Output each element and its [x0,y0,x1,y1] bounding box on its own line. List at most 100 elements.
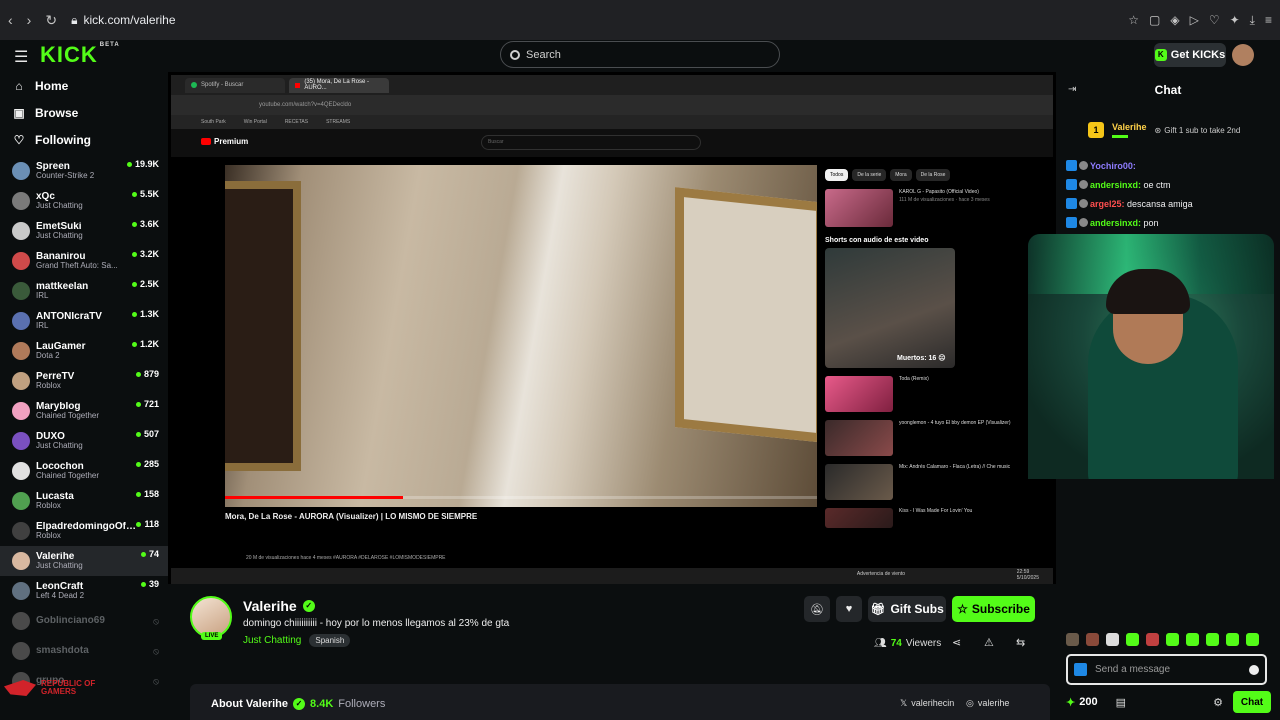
share-icon[interactable]: ⋖ [952,636,961,649]
rec-item: KAROL G - Papasito (Official Video) 111 M… [825,189,1025,227]
sidebar-channel[interactable]: Maryblog Chained Together 721 [0,396,168,426]
language-tag[interactable]: Spanish [309,634,351,647]
badge-icon [1066,198,1077,210]
emote-icon[interactable] [1206,633,1219,646]
channel-name: LeonCraft [36,581,84,592]
sidebar-channel[interactable]: Valerihe Just Chatting 74 [0,546,168,576]
emoji-icon[interactable] [1249,664,1259,675]
chat-text: oe ctm [1143,180,1171,191]
download-icon[interactable]: ⤓ [1250,13,1255,28]
sidebar-channel[interactable]: EmetSuki Just Chatting 3.6K [0,216,168,246]
streamer-name[interactable]: Valerihe ✓ [243,598,315,614]
badge-icon [1079,180,1088,190]
address-bar[interactable]: 🔒︎ kick.com/valerihe [71,13,175,28]
social-instagram-link[interactable]: ◎ valerihe [966,698,1009,709]
emote-icon[interactable] [1226,633,1239,646]
channel-name: smashdota [36,645,89,656]
gift-sub-cta[interactable]: ⊛ Gift 1 sub to take 2nd [1155,126,1241,135]
bookmark-icon[interactable]: ☆ [1128,13,1139,28]
stream-category[interactable]: Just Chatting [243,635,301,646]
report-icon[interactable]: ⚠ [984,636,994,649]
heart-icon[interactable]: ♡ [1209,13,1220,28]
chat-username[interactable]: andersinxd: [1090,218,1141,228]
play-icon[interactable]: ▷ [1190,13,1199,28]
subscribe-button[interactable]: ☆ Subscribe [952,596,1035,622]
avatar [12,342,30,360]
sidebar-channel[interactable]: Spreen Counter-Strike 2 19.9K [0,156,168,186]
rog-logo: Republic of Gamers [4,674,134,702]
send-chat-button[interactable]: Chat [1233,691,1271,713]
shield-icon[interactable]: ◈ [1170,13,1179,28]
gear-icon[interactable]: ⚙ [1213,696,1223,709]
sidebar-channel[interactable]: Lucasta Roblox 158 [0,486,168,516]
sidebar-channel[interactable]: Bananirou Grand Theft Auto: Sa... 3.2K [0,246,168,276]
inner-tab: Spotify - Buscar [185,77,285,93]
gift-subs-button[interactable]: 🎁︎ Gift Subs [868,596,946,622]
kick-badge-icon [1074,663,1087,676]
channel-points[interactable]: ✦ 200 [1066,696,1098,709]
kick-logo[interactable]: KICK BETA [40,42,120,68]
youtube-video-title: Mora, De La Rose - AURORA (Visualizer) |… [225,512,478,521]
rec-item: yoonglemon - 4 tuyo El bby demon EP (Vis… [825,420,1025,456]
social-x-link[interactable]: 𝕏valerihecin [900,698,954,709]
live-dot-icon [135,491,141,497]
search-input[interactable] [526,48,766,61]
nav-following[interactable]: ♡ Following [0,126,168,153]
rec-item: Kiss - I Was Made For Lovin' You [825,508,1025,528]
emote-bar [1066,633,1266,647]
follow-button[interactable]: ♥ [836,596,862,622]
sidebar-channel[interactable]: xQc Just Chatting 5.5K [0,186,168,216]
emote-icon[interactable] [1126,633,1139,646]
sidebar-channel[interactable]: Locochon Chained Together 285 [0,456,168,486]
chat-message-input[interactable] [1095,664,1241,675]
inner-taskbar: Advertencia de viento 22:59 5/10/2025 [171,568,1053,584]
emote-icon[interactable] [1106,633,1119,646]
emote-icon[interactable] [1246,633,1259,646]
emote-icon[interactable] [1186,633,1199,646]
reload-icon[interactable]: ↻ [45,12,57,29]
get-kicks-button[interactable]: K Get KICKs [1154,43,1226,67]
live-dot-icon [135,401,141,407]
channel-category: Just Chatting [36,442,83,451]
forward-icon[interactable]: › [27,12,32,28]
avatar [12,312,30,330]
emote-icon[interactable] [1086,633,1099,646]
sidebar-channel[interactable]: mattkeelan IRL 2.5K [0,276,168,306]
gift-icon[interactable]: ▤ [1116,696,1126,709]
chat-username[interactable]: Yochiro00: [1090,161,1136,171]
verified-icon: ✓ [302,600,315,612]
emote-icon[interactable] [1066,633,1079,646]
avatar [12,372,30,390]
sidebar-channel[interactable]: ElpadredomingoOfi... Roblox 118 [0,516,168,546]
video-player[interactable]: Spotify - Buscar (35) Mora, De La Rose -… [168,72,1056,584]
sidebar-channel[interactable]: ANTONIcraTV IRL 1.3K [0,306,168,336]
sidebar-channel-offline[interactable]: Goblinciano69 ⦸ [0,606,168,636]
chat-input-box[interactable] [1066,654,1267,685]
search-box[interactable] [500,41,780,68]
sidebar-channel[interactable]: LauGamer Dota 2 1.2K [0,336,168,366]
sidebar-channel[interactable]: PerreTV Roblox 879 [0,366,168,396]
channel-viewers: 2.5K [131,279,159,289]
user-avatar[interactable] [1232,44,1254,66]
inner-tab-active: (35) Mora, De La Rose - AURO... [289,77,389,93]
sidebar-channel[interactable]: DUXO Just Chatting 507 [0,426,168,456]
sidebar-channel-offline[interactable]: smashdota ⦸ [0,636,168,666]
nav-home[interactable]: ⌂ Home [0,72,168,99]
channel-category: Just Chatting [36,232,83,241]
badge-icon [1066,160,1077,171]
channel-viewers: 74 [140,549,159,559]
clip-icon[interactable]: ⇆ [1016,636,1025,649]
menu-icon[interactable]: ≡ [1265,13,1272,28]
back-icon[interactable]: ‹ [8,12,13,28]
chat-username[interactable]: andersinxd: [1090,180,1141,190]
emote-icon[interactable] [1166,633,1179,646]
mute-notifications-button[interactable]: 🔕︎ [804,596,830,622]
channel-name: LauGamer [36,341,86,352]
chat-username[interactable]: argel25: [1090,199,1125,209]
emote-icon[interactable] [1146,633,1159,646]
puzzle-icon[interactable]: ✦ [1230,13,1240,28]
nav-browse[interactable]: ▣ Browse [0,99,168,126]
extension-icon[interactable]: ▢ [1149,13,1160,28]
sidebar-channel[interactable]: LeonCraft Left 4 Dead 2 39 [0,576,168,606]
hamburger-icon[interactable]: ☰ [14,47,28,67]
